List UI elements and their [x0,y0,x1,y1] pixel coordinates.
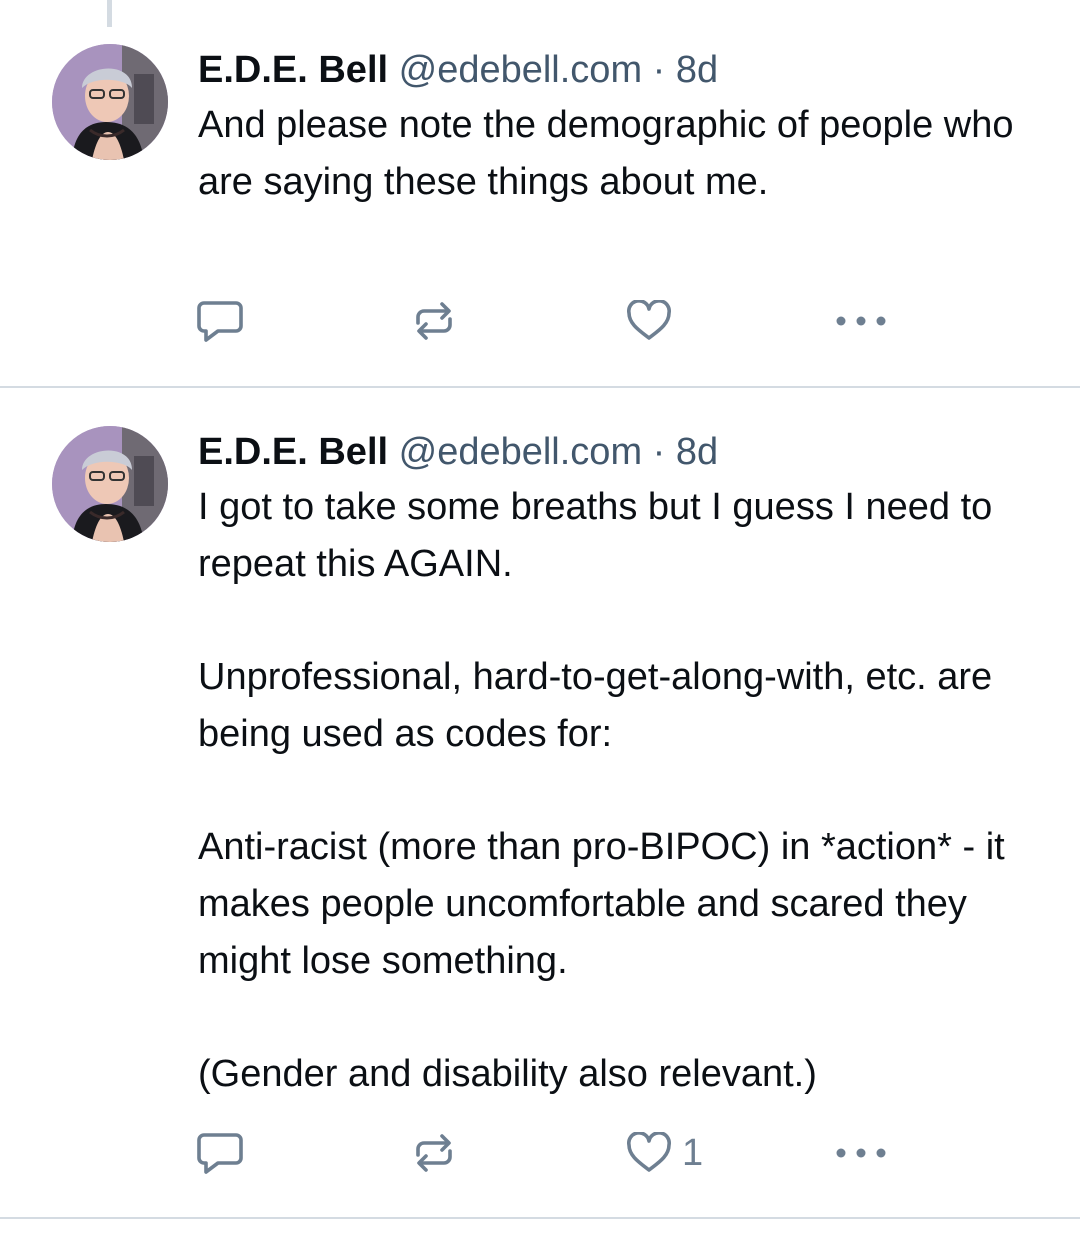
author-handle[interactable]: @edebell.com [399,49,642,91]
post-paragraph: I got to take some breaths but I guess I… [198,486,993,585]
post-paragraph: Anti-racist (more than pro-BIPOC) in *ac… [198,826,1005,982]
post-paragraph: (Gender and disability also relevant.) [198,1053,817,1095]
author-name[interactable]: E.D.E. Bell [198,431,388,473]
post-header: E.D.E. Bell @edebell.com · 8d [198,44,1030,96]
avatar[interactable] [52,44,168,160]
post[interactable]: E.D.E. Bell @edebell.com · 8d And please… [0,0,1080,388]
avatar-image [52,426,168,542]
more-options-button[interactable] [834,296,888,346]
separator-dot: · [652,431,666,473]
reply-icon [197,301,243,342]
repost-icon [416,302,452,340]
post-timestamp[interactable]: 8d [676,49,718,91]
like-button[interactable]: 1 [626,1128,703,1178]
repost-icon [416,1134,452,1172]
repost-button[interactable] [412,296,456,346]
post-text: I got to take some breaths but I guess I… [198,479,1030,1103]
post-timestamp[interactable]: 8d [676,431,718,473]
repost-button[interactable] [412,1128,456,1178]
post-paragraph: And please note the demographic of peopl… [198,104,1014,203]
post-actions: 1 [196,1128,896,1178]
more-options-icon [836,316,886,326]
reply-button[interactable] [196,296,244,346]
post[interactable]: E.D.E. Bell @edebell.com · 8d I got to t… [0,388,1080,1219]
separator-dot: · [652,49,666,91]
like-count: 1 [682,1132,704,1174]
heart-icon [627,1132,671,1172]
avatar[interactable] [52,426,168,542]
post-text: And please note the demographic of peopl… [198,97,1030,211]
reply-icon [197,1133,243,1174]
like-button[interactable] [626,296,682,346]
avatar-image [52,44,168,160]
more-options-button[interactable] [834,1128,888,1178]
post-actions [196,296,896,346]
more-options-icon [836,1148,886,1158]
author-handle[interactable]: @edebell.com [399,431,642,473]
author-name[interactable]: E.D.E. Bell [198,49,388,91]
post-header: E.D.E. Bell @edebell.com · 8d [198,426,1030,478]
post-paragraph: Unprofessional, hard-to-get-along-with, … [198,656,993,755]
heart-icon [627,300,671,340]
reply-button[interactable] [196,1128,244,1178]
